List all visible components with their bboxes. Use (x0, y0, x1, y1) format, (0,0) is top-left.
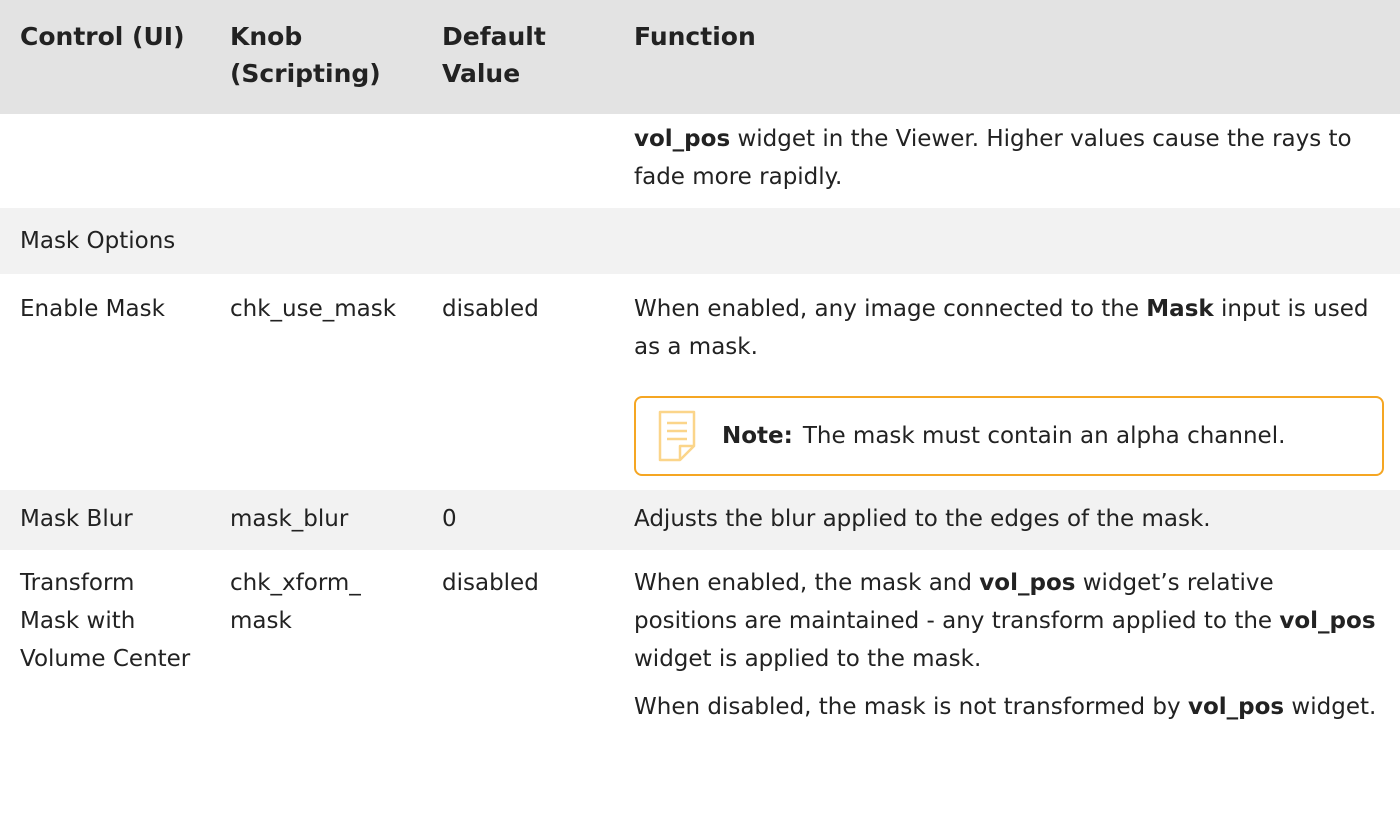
cell-control (0, 114, 210, 207)
header-control: Control (UI) (0, 0, 210, 115)
function-keyword: Mask (1146, 296, 1214, 322)
function-keyword: vol_pos (634, 126, 731, 152)
table-row-continuation: vol_pos widget in the Viewer. Higher val… (0, 114, 1400, 207)
section-title: Mask Options (0, 206, 1400, 275)
note-text: Note: The mask must contain an alpha chan… (722, 420, 1285, 452)
note-label: Note: (722, 423, 793, 449)
note-icon (658, 410, 696, 462)
cell-knob: chk_xform_ mask (210, 550, 422, 726)
cell-knob (210, 114, 422, 207)
function-text: widget in the Viewer. Higher values caus… (634, 126, 1352, 190)
function-paragraph: When disabled, the mask is not transform… (634, 688, 1384, 726)
cell-default (422, 114, 622, 207)
note-callout: Note: The mask must contain an alpha chan… (634, 396, 1384, 476)
function-keyword: vol_pos (1187, 694, 1285, 720)
function-keyword: vol_pos (1279, 608, 1376, 634)
function-keyword: vol_pos (979, 570, 1076, 596)
table-row: Transform Mask with Volume Center chk_xf… (0, 550, 1400, 726)
table-row: Mask Blur mask_blur 0 Adjusts the blur a… (0, 488, 1400, 551)
cell-control: Enable Mask (0, 274, 210, 489)
function-text: widget. (1284, 694, 1377, 720)
header-function: Function (622, 0, 1400, 115)
function-text: When enabled, any image connected to the (634, 296, 1147, 322)
cell-default: disabled (422, 550, 622, 726)
note-body: The mask must contain an alpha channel. (802, 423, 1286, 449)
cell-default: 0 (422, 488, 622, 551)
function-text: When enabled, the mask and (634, 570, 980, 596)
header-knob: Knob (Scripting) (210, 0, 422, 115)
cell-control: Transform Mask with Volume Center (0, 550, 210, 726)
cell-control: Mask Blur (0, 488, 210, 551)
function-text: When disabled, the mask is not transform… (634, 694, 1188, 720)
table-section-row: Mask Options (0, 206, 1400, 275)
table-row: Enable Mask chk_use_mask disabled When e… (0, 274, 1400, 489)
cell-function: Adjusts the blur applied to the edges of… (622, 488, 1400, 551)
cell-function: When enabled, any image connected to the… (622, 274, 1400, 489)
function-paragraph: When enabled, any image connected to the… (634, 290, 1384, 366)
header-default: Default Value (422, 0, 622, 115)
table-header-row: Control (UI) Knob (Scripting) Default Va… (0, 0, 1400, 115)
function-paragraph: When enabled, the mask and vol_pos widge… (634, 564, 1384, 678)
cell-knob: mask_blur (210, 488, 422, 551)
cell-function: When enabled, the mask and vol_pos widge… (622, 550, 1400, 726)
function-text: widget is applied to the mask. (634, 646, 982, 672)
cell-default: disabled (422, 274, 622, 489)
cell-function: vol_pos widget in the Viewer. Higher val… (622, 114, 1400, 207)
parameters-table: Control (UI) Knob (Scripting) Default Va… (0, 0, 1400, 726)
cell-knob: chk_use_mask (210, 274, 422, 489)
